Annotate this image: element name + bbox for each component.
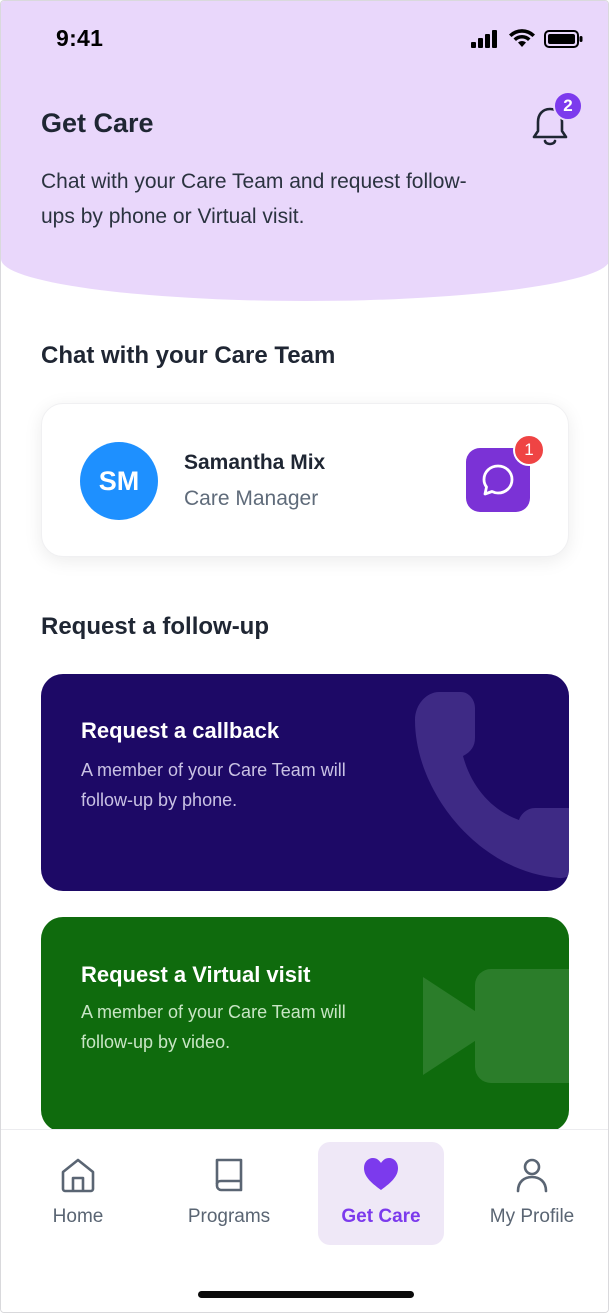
signal-icon bbox=[471, 30, 497, 48]
nav-home-label: Home bbox=[52, 1206, 104, 1227]
nav-get-care[interactable]: Get Care bbox=[318, 1142, 444, 1245]
wifi-icon bbox=[509, 29, 535, 47]
page-subtitle: Chat with your Care Team and request fol… bbox=[41, 170, 467, 228]
request-callback-card[interactable]: Request a callback A member of your Care… bbox=[41, 674, 569, 891]
phone-screen: 9:41 Get Care Chat with your Care Team a… bbox=[0, 0, 609, 1313]
contact-role: Care Manager bbox=[184, 487, 319, 510]
callback-title: Request a callback bbox=[81, 718, 280, 743]
care-team-contact-card[interactable]: SM Samantha Mix Care Manager 1 bbox=[41, 403, 569, 557]
home-icon bbox=[61, 1158, 95, 1193]
battery-icon bbox=[544, 30, 583, 48]
status-icons bbox=[470, 29, 584, 49]
chat-bubble-icon bbox=[482, 464, 514, 496]
home-indicator bbox=[198, 1291, 414, 1298]
heart-icon bbox=[364, 1158, 398, 1190]
nav-home[interactable]: Home bbox=[15, 1142, 141, 1245]
chat-section-title: Chat with your Care Team bbox=[41, 342, 336, 369]
nav-my-profile[interactable]: My Profile bbox=[469, 1142, 595, 1245]
avatar: SM bbox=[80, 442, 158, 520]
book-icon bbox=[215, 1158, 243, 1192]
bottom-navigation: Home Programs Get Care My Profile bbox=[1, 1129, 608, 1312]
callback-description: A member of your Care Team will follow-u… bbox=[81, 760, 346, 810]
page-title: Get Care bbox=[41, 108, 154, 138]
contact-name: Samantha Mix bbox=[184, 451, 326, 474]
followup-section-title: Request a follow-up bbox=[41, 613, 269, 640]
virtual-visit-description: A member of your Care Team will follow-u… bbox=[81, 1002, 346, 1052]
person-icon bbox=[516, 1158, 548, 1193]
nav-get-care-label: Get Care bbox=[341, 1206, 421, 1227]
nav-my-profile-label: My Profile bbox=[489, 1206, 575, 1227]
nav-programs[interactable]: Programs bbox=[166, 1142, 292, 1245]
virtual-visit-title: Request a Virtual visit bbox=[81, 962, 311, 987]
notification-badge: 2 bbox=[553, 91, 583, 121]
unread-badge: 1 bbox=[513, 434, 545, 466]
nav-programs-label: Programs bbox=[187, 1206, 271, 1227]
video-camera-icon bbox=[423, 969, 569, 1083]
request-virtual-visit-card[interactable]: Request a Virtual visit A member of your… bbox=[41, 917, 569, 1132]
phone-icon bbox=[415, 692, 569, 879]
status-time: 9:41 bbox=[56, 25, 104, 51]
